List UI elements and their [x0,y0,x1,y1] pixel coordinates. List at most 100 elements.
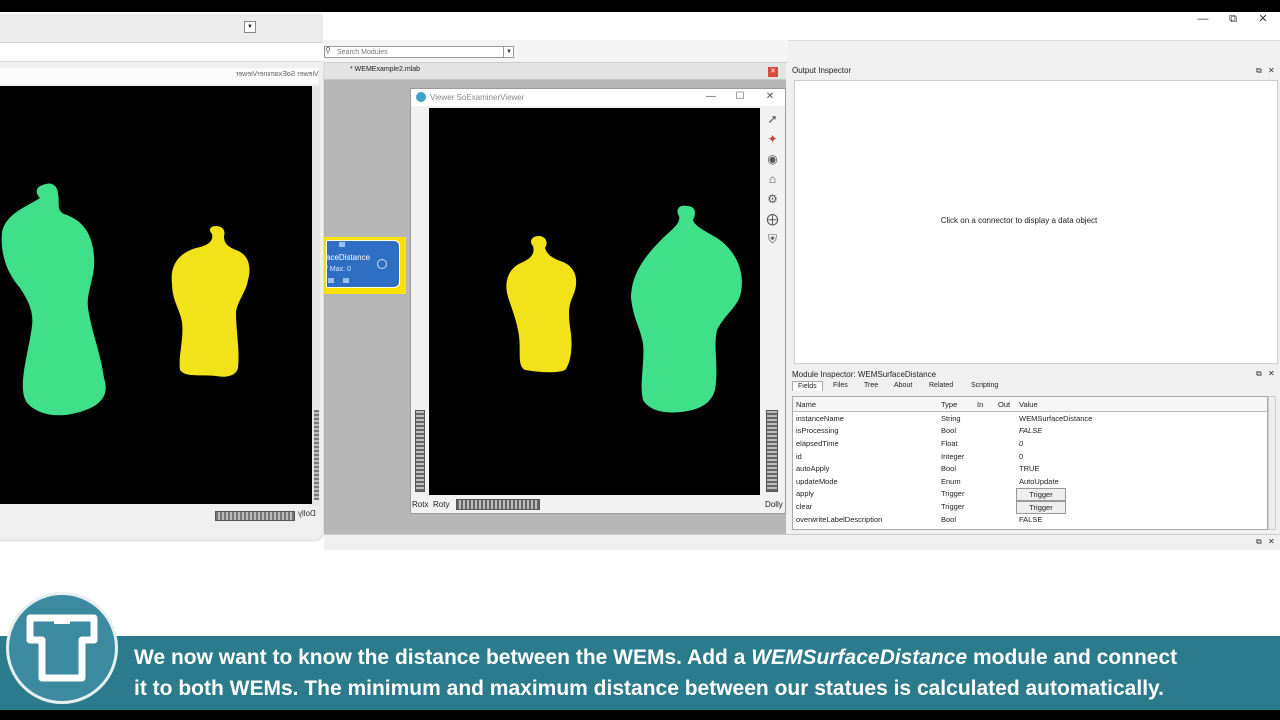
bottom-dock-strip [324,534,1280,549]
viewer-app-icon [416,92,426,102]
field-name: apply [796,489,814,498]
apply-trigger-button[interactable]: Trigger [1016,488,1066,501]
field-type: String [941,414,961,423]
column-type[interactable]: Type [941,400,957,409]
undock-icon[interactable]: ⧉ [1256,537,1262,547]
dolly-thumbwheel[interactable] [766,410,778,492]
viewer-title: Viewer SoExaminerViewer [430,93,525,102]
caption-line-2: it to both WEMs. The minimum and maximum… [134,677,1164,700]
undock-icon[interactable]: ⧉ [1256,66,1262,76]
tab-files[interactable]: Files [828,381,853,390]
tab-tree[interactable]: Tree [859,381,883,390]
field-name: id [796,452,802,461]
search-input[interactable]: Search Modules [324,46,514,58]
left-viewer-title: Viewer SoExaminerViewer [236,71,319,78]
left-viewer-vertical-thumbwheel[interactable] [314,410,319,500]
module-sublabel: / Max: 0 [326,266,351,273]
pick-arrow-icon[interactable]: ➚ [765,112,780,127]
roty-thumbwheel[interactable] [456,499,540,510]
field-value[interactable]: FALSE [1019,515,1042,524]
green-statue [1,183,106,416]
field-type: Bool [941,426,957,435]
close-icon[interactable]: ✕ [1268,369,1275,378]
field-type: Trigger [941,489,965,498]
green-statue [631,205,742,413]
field-name: autoApply [796,464,830,473]
field-value[interactable]: AutoUpdate [1019,477,1059,486]
table-row[interactable]: apply Trigger Trigger [793,488,1267,501]
close-tab-icon[interactable]: ✕ [768,67,778,77]
field-type: Bool [941,515,957,524]
restore-icon[interactable]: ⧉ [1224,12,1242,26]
projection-icon[interactable]: ⨁ [765,212,780,227]
close-icon[interactable]: ✕ [1268,537,1275,546]
table-row[interactable]: isProcessing Bool FALSE [793,425,1267,437]
table-row[interactable]: id Integer 0 [793,451,1267,463]
field-type: Trigger [941,502,965,511]
seek-icon[interactable]: ◉ [765,152,780,167]
field-name: instanceName [796,414,844,423]
rotx-label: Rotx [412,500,429,509]
column-name[interactable]: Name [796,400,816,409]
field-name: elapsedTime [796,439,839,448]
viewer-minimize-icon[interactable]: — [704,91,718,102]
viewer-canvas[interactable] [429,108,760,495]
table-row[interactable]: clear Trigger Trigger [793,501,1267,514]
chevron-down-icon[interactable]: ▼ [244,21,256,33]
search-icon: ⚲ [325,46,331,55]
left-window-header [0,14,323,43]
table-row[interactable]: autoApply Bool TRUE [793,463,1267,475]
table-row[interactable]: elapsedTime Float 0 [793,438,1267,450]
rotx-thumbwheel[interactable] [415,410,425,492]
screen-bottom-bar [0,710,1280,720]
module-input-connector[interactable] [339,242,345,247]
module-inspector-title: Module Inspector: WEMSurfaceDistance [792,370,937,379]
module-label: aceDistance [326,253,371,262]
column-out[interactable]: Out [998,400,1010,409]
viewer-close-icon[interactable]: ✕ [763,91,777,102]
set-home-icon[interactable]: ⚙ [765,192,780,207]
tab-fields[interactable]: Fields [792,381,823,391]
roty-label: Roty [433,500,450,509]
left-viewer-canvas[interactable] [0,86,312,504]
tab-about[interactable]: About [889,381,917,390]
column-in[interactable]: In [977,400,983,409]
field-name: updateMode [796,477,838,486]
fields-table: Name Type In Out Value instanceName Stri… [792,396,1268,530]
home-icon[interactable]: ⌂ [765,172,780,187]
view-all-icon[interactable]: ✦ [765,132,780,147]
field-name: isProcessing [796,426,839,435]
close-icon[interactable]: ✕ [1268,66,1275,75]
table-row[interactable]: instanceName String WEMSurfaceDistance [793,413,1267,425]
field-type: Float [941,439,958,448]
left-viewer-thumbwheel[interactable] [215,511,295,521]
tab-related[interactable]: Related [924,381,958,390]
table-row[interactable]: overwriteLabelDescription Bool FALSE [793,514,1267,526]
yellow-statue [506,236,577,373]
module-output-connector[interactable] [343,278,349,283]
field-type: Enum [941,477,961,486]
minimize-icon[interactable]: — [1194,12,1212,26]
field-value[interactable]: WEMSurfaceDistance [1019,414,1092,423]
tab-scripting[interactable]: Scripting [966,381,1003,390]
fields-table-header: Name Type In Out Value [793,397,1267,412]
wemsurfacedistance-module[interactable] [326,240,400,288]
close-icon[interactable]: ✕ [1254,12,1272,26]
clear-trigger-button[interactable]: Trigger [1016,501,1066,514]
field-value[interactable]: TRUE [1019,464,1039,473]
fields-table-scrollbar[interactable] [1268,396,1276,530]
yellow-statue [171,226,250,377]
undock-icon[interactable]: ⧉ [1256,369,1262,379]
table-row[interactable]: updateMode Enum AutoUpdate [793,476,1267,488]
chevron-down-icon[interactable]: ▼ [503,47,514,57]
caption-text: We now want to know the distance between… [134,646,752,669]
module-status-icon [377,259,387,269]
field-name: overwriteLabelDescription [796,515,883,524]
shield-icon[interactable]: ⛨ [765,232,780,247]
module-output-connector[interactable] [328,278,334,283]
column-value[interactable]: Value [1019,400,1038,409]
tab-wemexample2[interactable]: * WEMExample2.mlab [350,66,420,73]
viewer-maximize-icon[interactable]: ☐ [733,91,747,102]
field-type: Integer [941,452,965,461]
field-value: FALSE [1019,426,1043,435]
